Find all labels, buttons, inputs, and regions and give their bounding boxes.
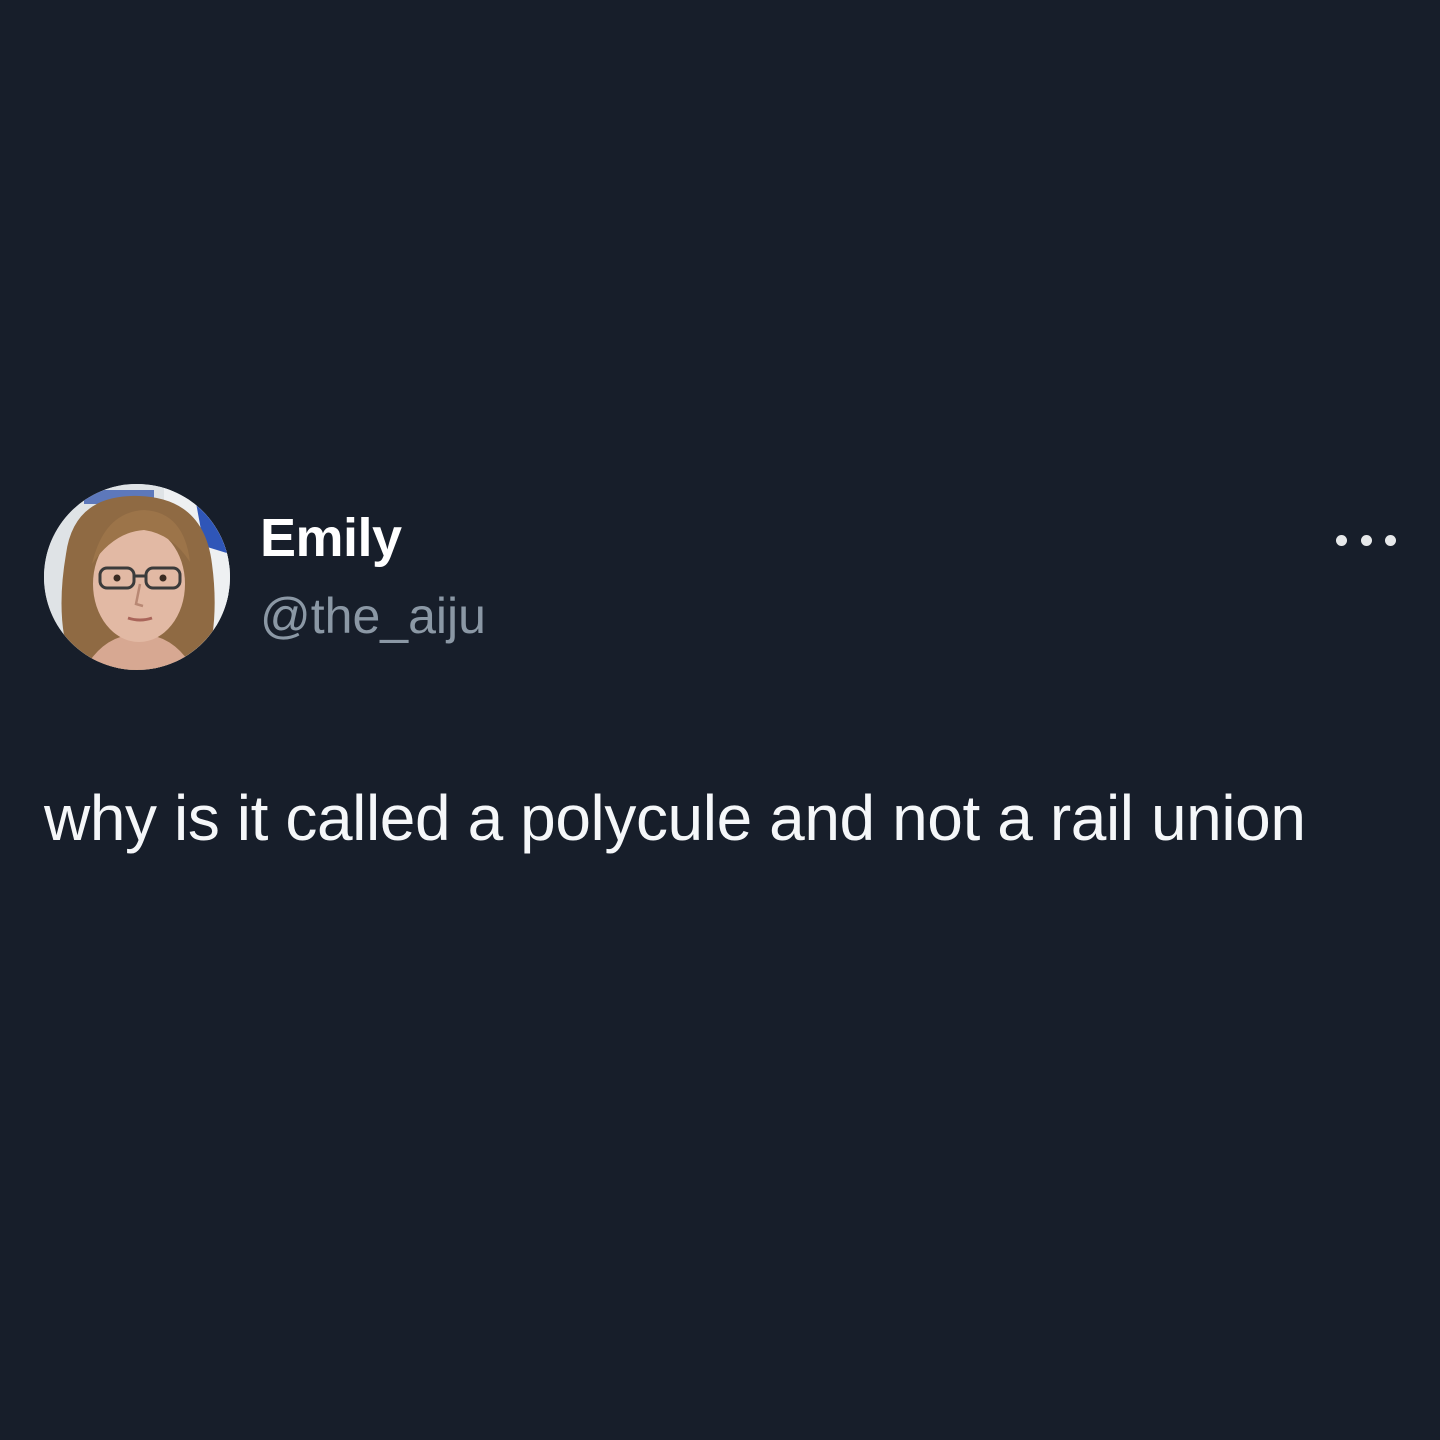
profile-photo-icon (44, 484, 230, 670)
tweet-header: Emily @the_aiju (44, 484, 1396, 672)
more-horizontal-icon-dot (1360, 534, 1372, 546)
more-horizontal-icon (1336, 534, 1347, 546)
more-options-button[interactable] (1336, 522, 1396, 558)
display-name[interactable]: Emily (260, 506, 486, 570)
more-horizontal-icon-dot (1385, 534, 1396, 546)
tweet-text: why is it called a polycule and not a ra… (44, 782, 1306, 854)
tweet-card: Emily @the_aiju why is it called a polyc… (0, 0, 1440, 1440)
author-identity: Emily @the_aiju (260, 506, 486, 648)
user-handle[interactable]: @the_aiju (260, 584, 486, 648)
avatar[interactable] (44, 484, 230, 670)
